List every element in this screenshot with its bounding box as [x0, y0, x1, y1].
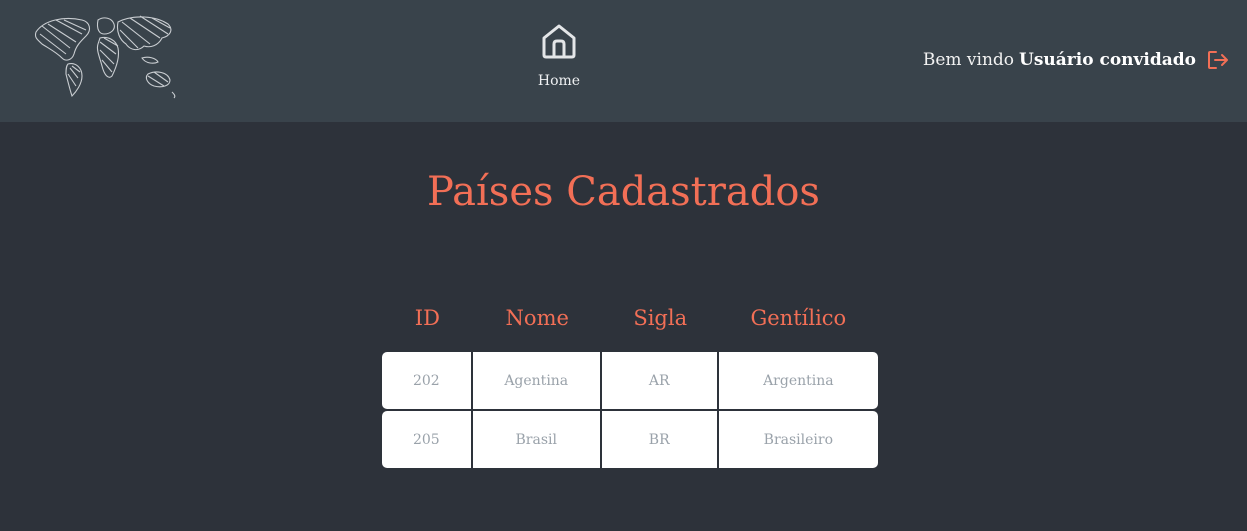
- user-name: Usuário convidado: [1019, 50, 1196, 70]
- column-header-gentilico: Gentílico: [750, 306, 847, 330]
- home-nav-link[interactable]: Home: [509, 22, 609, 96]
- logout-icon[interactable]: [1206, 48, 1230, 72]
- cell-sigla: AR: [601, 352, 719, 409]
- welcome-text: Bem vindo: [922, 50, 1015, 70]
- home-icon: [542, 24, 576, 59]
- column-header-sigla: Sigla: [633, 306, 688, 330]
- user-greeting: Bem vindo Usuário convidado: [923, 47, 1230, 73]
- column-header-id: ID: [414, 306, 440, 330]
- column-header-nome: Nome: [505, 306, 569, 330]
- page-title: Países Cadastrados: [427, 169, 820, 215]
- home-label: Home: [537, 73, 581, 89]
- top-navbar: Home Bem vindo Usuário convidado: [0, 0, 1247, 122]
- cell-id: 205: [382, 411, 473, 468]
- cell-nome: Brasil: [472, 411, 602, 468]
- countries-table: ID Nome Sigla Gentílico 202 Agentina AR …: [382, 296, 878, 470]
- world-map-icon: [34, 15, 176, 99]
- cell-gentilico: Brasileiro: [718, 411, 878, 468]
- table-row[interactable]: 202 Agentina AR Argentina: [382, 352, 878, 409]
- cell-gentilico: Argentina: [718, 352, 878, 409]
- table-row[interactable]: 205 Brasil BR Brasileiro: [382, 411, 878, 468]
- cell-id: 202: [382, 352, 473, 409]
- cell-nome: Agentina: [472, 352, 602, 409]
- table-header-row: ID Nome Sigla Gentílico: [382, 298, 878, 350]
- cell-sigla: BR: [601, 411, 719, 468]
